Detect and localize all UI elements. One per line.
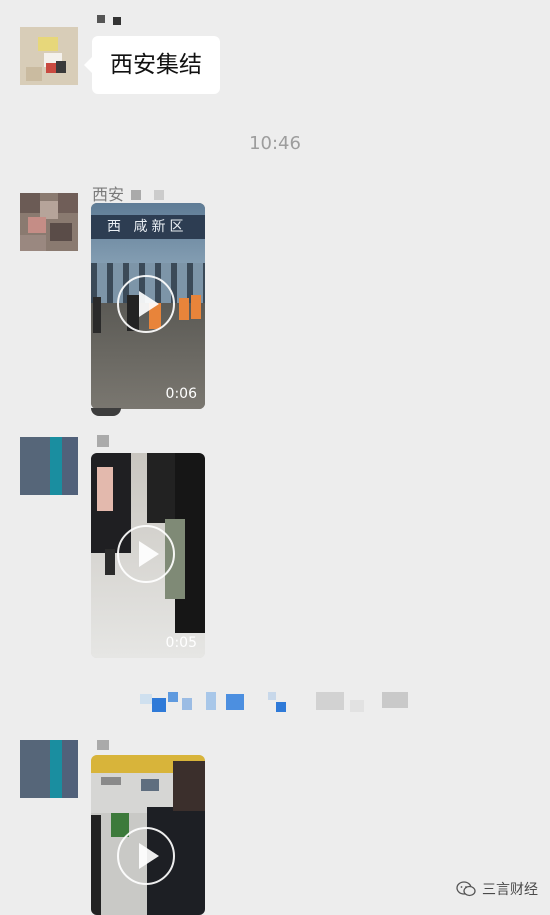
sender-name-text: 西安 — [92, 185, 125, 204]
sender-name-redacted — [154, 190, 165, 200]
avatar[interactable] — [20, 193, 78, 251]
video-message[interactable]: 0:05 — [91, 453, 205, 658]
video-message[interactable]: 西 咸新区 0:06 — [91, 203, 205, 409]
sender-name-redacted — [97, 435, 109, 447]
play-icon[interactable] — [117, 525, 175, 583]
bubble-tail — [91, 408, 121, 416]
watermark-text: 三言财经 — [482, 882, 538, 898]
sender-name-redacted — [97, 15, 127, 27]
sender-name-redacted — [97, 740, 109, 750]
avatar[interactable] — [20, 740, 78, 798]
sender-name: 西安 — [92, 181, 165, 205]
message-bubble[interactable]: 西安集结 — [84, 36, 220, 94]
sign-text: 西 咸新区 — [107, 219, 188, 235]
timestamp: 10:46 — [249, 133, 301, 154]
play-icon[interactable] — [117, 827, 175, 885]
video-duration: 0:06 — [165, 386, 197, 402]
sender-name-redacted — [131, 190, 142, 200]
avatar[interactable] — [20, 437, 78, 495]
play-icon[interactable] — [117, 275, 175, 333]
avatar[interactable] — [20, 27, 78, 85]
system-notice-redacted — [140, 690, 420, 712]
message-text: 西安集结 — [110, 52, 202, 78]
wechat-icon — [456, 881, 476, 897]
video-duration: 0:05 — [165, 635, 197, 651]
watermark: 三言财经 — [456, 879, 538, 899]
video-message[interactable] — [91, 755, 205, 915]
building-sign: 西 咸新区 — [91, 215, 205, 239]
